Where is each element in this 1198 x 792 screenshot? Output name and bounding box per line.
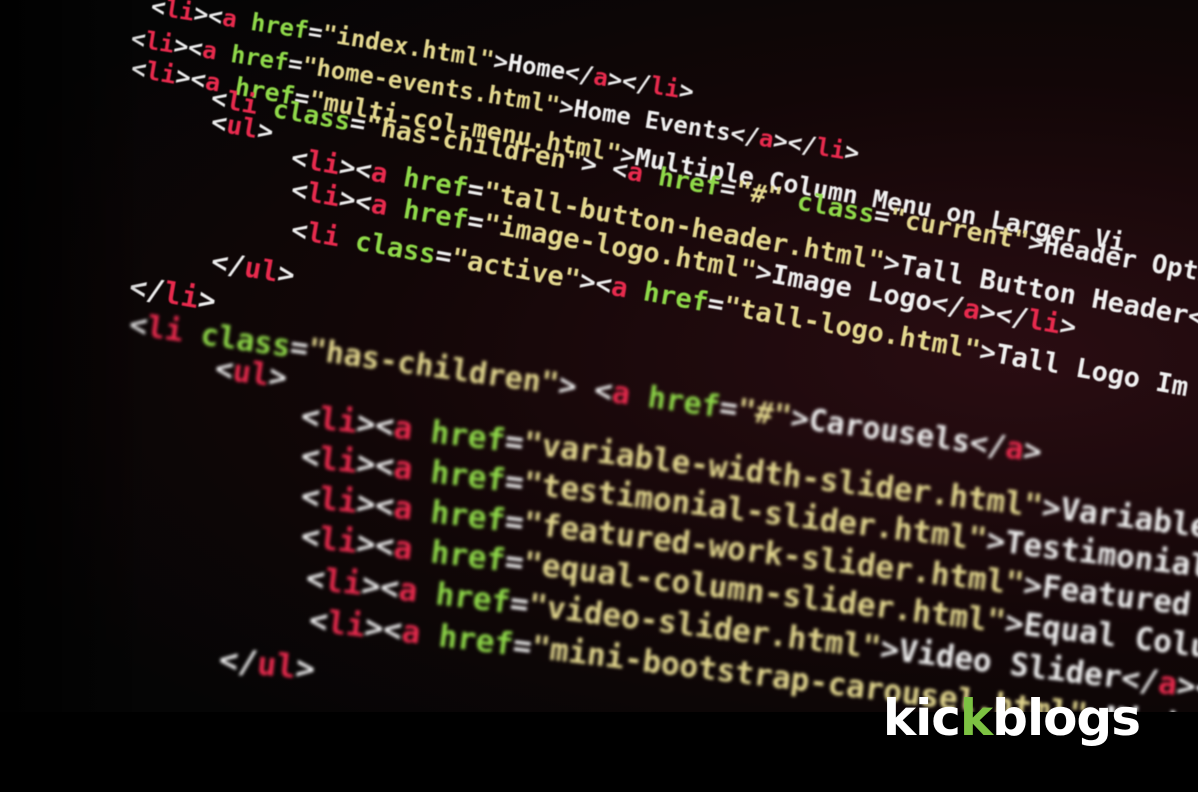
code-token: href — [418, 616, 515, 663]
code-token: > — [1021, 433, 1044, 470]
code-token: >< — [192, 0, 225, 31]
code-token: >< — [355, 405, 396, 445]
code-token: Tall Logo Im — [993, 339, 1190, 403]
code-token: li — [163, 0, 196, 27]
code-token: </ — [968, 425, 1009, 465]
code-token: > — [267, 359, 290, 396]
code-token: li — [305, 177, 342, 213]
code-token: li — [1025, 304, 1062, 340]
code-token: > — [677, 76, 696, 106]
code-token: href — [410, 412, 507, 459]
code-token: ></ — [606, 65, 653, 99]
code-token: > — [843, 137, 862, 167]
code-token: ul — [255, 644, 297, 686]
code-token: Carousels — [807, 403, 973, 460]
code-token: li — [305, 145, 342, 181]
code-token: li — [326, 604, 367, 644]
code-token: li — [161, 275, 201, 315]
code-token: href — [410, 492, 507, 539]
code-token: href — [410, 452, 507, 499]
code-token: >< — [360, 567, 401, 607]
code-token: >< — [337, 183, 374, 219]
code-token: ul — [231, 354, 272, 394]
code-token: ul — [242, 250, 281, 288]
code-token: Home — [506, 49, 567, 86]
code-token: href — [415, 574, 512, 621]
code-screen-photo: <li><a href="index.html">Home</a></li><l… — [0, 0, 1198, 712]
kickblogs-logo: kickblogs — [882, 688, 1141, 748]
code-token: href — [235, 6, 311, 45]
code-token: "has-children" — [306, 332, 561, 402]
code-token: </ — [929, 287, 966, 323]
logo-text-accent: k — [959, 689, 993, 747]
logo-text-part1: kic — [882, 689, 961, 747]
code-token: "#" — [735, 393, 794, 435]
code-token: ></ — [1175, 667, 1198, 710]
code-token: li — [318, 440, 359, 480]
code-line-9: </ul> — [209, 244, 298, 291]
code-token: li — [305, 217, 342, 253]
code-line-19: </ul> — [217, 640, 317, 688]
code-token: >< — [355, 485, 396, 525]
code-token: href — [410, 532, 507, 579]
code-token: > < — [556, 368, 615, 410]
code-token: >< — [173, 61, 208, 95]
code-token: href — [625, 274, 710, 319]
code-token: li — [649, 71, 682, 103]
code-token: li — [318, 520, 359, 560]
code-token: </ — [217, 640, 259, 682]
code-token: li — [323, 562, 364, 602]
code-token: >< — [355, 445, 396, 485]
code-token: >< — [355, 525, 396, 565]
code-token: </ — [729, 119, 762, 151]
code-token: </ — [563, 58, 596, 90]
code-token: ul — [224, 110, 260, 145]
code-token: >< — [363, 609, 404, 649]
photo-scene: <li><a href="index.html">Home</a></li><l… — [0, 0, 1198, 792]
code-token: >< — [172, 31, 205, 63]
code-token: li — [814, 133, 847, 165]
code-token: href — [628, 378, 722, 425]
code-token: > — [294, 648, 317, 688]
logo-text-part2: blogs — [992, 689, 1141, 747]
code-token: li — [318, 480, 359, 520]
code-token: li — [145, 310, 186, 350]
code-token: class — [337, 223, 438, 270]
code-token: >< — [577, 265, 614, 301]
code-token: ></ — [771, 126, 818, 160]
code-token: </ — [209, 244, 248, 282]
code-listing: <li><a href="index.html">Home</a></li><l… — [127, 0, 1198, 712]
code-token: >< — [337, 151, 374, 187]
code-token: li — [318, 400, 359, 440]
